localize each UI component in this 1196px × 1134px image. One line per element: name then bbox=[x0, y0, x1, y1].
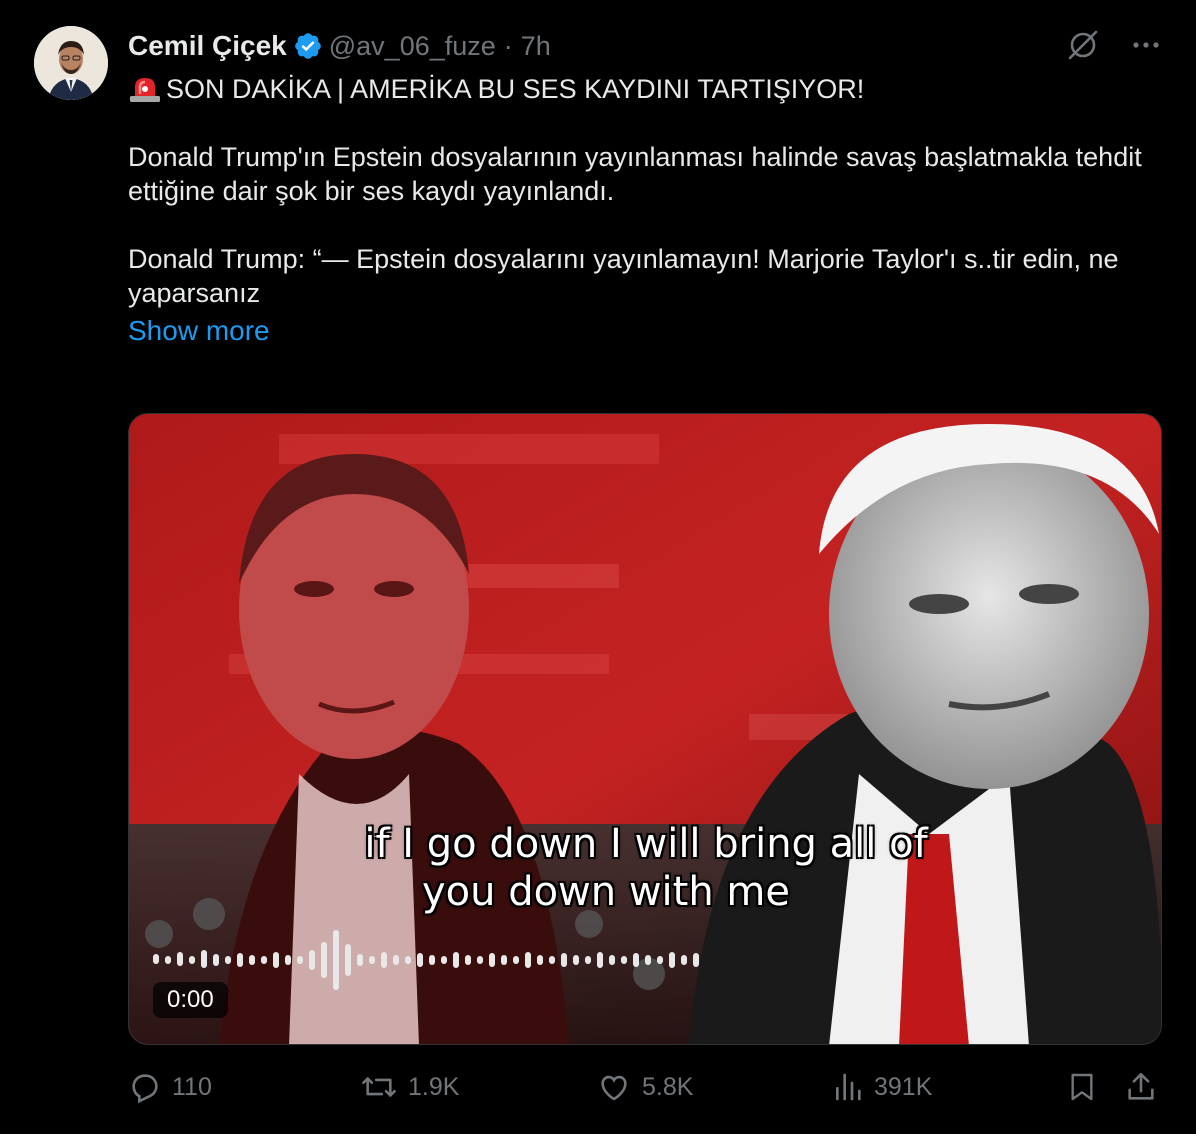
tweet-header: Cemil Çiçek @av_06_fuze · 7h bbox=[128, 26, 551, 66]
tweet-top-actions bbox=[1066, 28, 1162, 62]
grok-icon[interactable] bbox=[1066, 28, 1100, 62]
show-more-link[interactable]: Show more bbox=[128, 314, 270, 348]
bookmark-button[interactable] bbox=[1066, 1070, 1108, 1104]
reply-count: 110 bbox=[172, 1072, 212, 1101]
views-icon bbox=[836, 1073, 861, 1101]
author-handle[interactable]: @av_06_fuze bbox=[329, 31, 496, 62]
reply-button[interactable]: 110 bbox=[128, 1070, 212, 1104]
repost-count: 1.9K bbox=[408, 1072, 460, 1101]
repost-button[interactable]: 1.9K bbox=[360, 1070, 459, 1104]
views-count: 391K bbox=[874, 1072, 933, 1101]
tweet-time[interactable]: 7h bbox=[521, 31, 551, 62]
like-count: 5.8K bbox=[642, 1072, 694, 1101]
avatar[interactable] bbox=[34, 26, 108, 100]
verified-badge-icon[interactable] bbox=[293, 31, 323, 61]
views-button[interactable]: 391K bbox=[832, 1070, 932, 1104]
like-icon bbox=[601, 1075, 627, 1101]
share-icon bbox=[1128, 1072, 1154, 1100]
video-caption-line-1: if I go down I will bring all of bbox=[364, 821, 928, 867]
tweet-paragraph-1: Donald Trump'ın Epstein dosyalarının yay… bbox=[128, 142, 1142, 206]
tweet-text: SON DAKİKA | AMERİKA BU SES KAYDINI TART… bbox=[128, 72, 1158, 348]
headline-text: SON DAKİKA | AMERİKA BU SES KAYDINI TART… bbox=[166, 74, 865, 104]
reply-icon bbox=[132, 1074, 158, 1104]
share-button[interactable] bbox=[1124, 1070, 1168, 1104]
avatar-image bbox=[34, 26, 108, 100]
video-caption-line-2: you down with me bbox=[421, 869, 790, 915]
bookmark-icon bbox=[1071, 1073, 1093, 1101]
tweet-headline: SON DAKİKA | AMERİKA BU SES KAYDINI TART… bbox=[128, 72, 1158, 106]
tweet-actions: 110 1.9K 5.8K 391K bbox=[128, 1070, 1162, 1110]
video-timecode: 0:00 bbox=[153, 982, 228, 1018]
video-frame bbox=[129, 414, 1161, 1044]
repost-icon bbox=[362, 1077, 396, 1097]
video-player[interactable]: if I go down I will bring all of you dow… bbox=[128, 413, 1162, 1045]
separator-dot: · bbox=[503, 30, 513, 61]
tweet-paragraph-2: Donald Trump: “— Epstein dosyalarını yay… bbox=[128, 244, 1119, 308]
more-icon[interactable] bbox=[1130, 29, 1162, 61]
siren-emoji-icon bbox=[128, 74, 162, 104]
like-button[interactable]: 5.8K bbox=[596, 1070, 693, 1104]
author-name[interactable]: Cemil Çiçek bbox=[128, 30, 287, 62]
